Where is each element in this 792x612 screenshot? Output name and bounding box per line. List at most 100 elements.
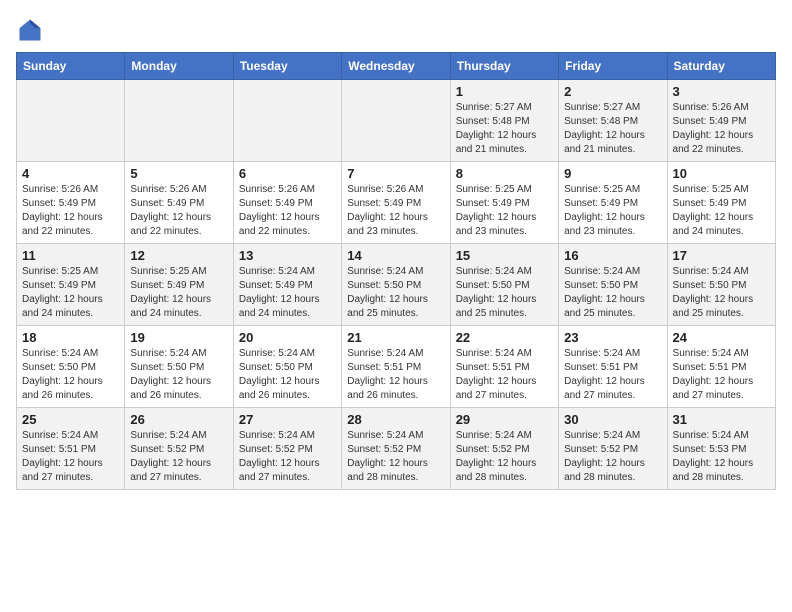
day-number: 8: [456, 166, 553, 181]
calendar-cell: 7Sunrise: 5:26 AM Sunset: 5:49 PM Daylig…: [342, 162, 450, 244]
day-number: 21: [347, 330, 444, 345]
day-info: Sunrise: 5:24 AM Sunset: 5:49 PM Dayligh…: [239, 265, 336, 321]
calendar-cell: 17 Sunrise: 5:24 AM Sunset: 5:50 PM Dayli…: [667, 244, 775, 326]
day-info: Sunrise: 5:24 AM Sunset: 5:51 PM Dayligh…: [22, 429, 119, 485]
day-number: 17: [673, 248, 770, 263]
day-info: Sunrise: 5:27 AM Sunset: 5:48 PM Dayligh…: [564, 101, 661, 157]
calendar-cell: 25 Sunrise: 5:24 AM Sunset: 5:51 PM Dayli…: [17, 408, 125, 490]
calendar-cell: 30 Sunrise: 5:24 AM Sunset: 5:52 PM Dayli…: [559, 408, 667, 490]
day-info: Sunrise: 5:26 AM Sunset: 5:49 PM Dayligh…: [673, 101, 770, 157]
calendar-cell: 19 Sunrise: 5:24 AM Sunset: 5:50 PM Dayli…: [125, 326, 233, 408]
calendar-week-row: 18 Sunrise: 5:24 AM Sunset: 5:50 PM Dayli…: [17, 326, 776, 408]
day-info: Sunrise: 5:24 AM Sunset: 5:51 PM Dayligh…: [347, 347, 444, 403]
day-info: Sunrise: 5:26 AM Sunset: 5:49 PM Dayligh…: [130, 183, 227, 239]
day-info: Sunrise: 5:25 AM Sunset: 5:49 PM Dayligh…: [22, 265, 119, 321]
weekday-header: Friday: [559, 53, 667, 80]
day-number: 31: [673, 412, 770, 427]
day-info: Sunrise: 5:24 AM Sunset: 5:51 PM Dayligh…: [673, 347, 770, 403]
day-number: 27: [239, 412, 336, 427]
day-number: 23: [564, 330, 661, 345]
day-number: 16: [564, 248, 661, 263]
day-info: Sunrise: 5:24 AM Sunset: 5:50 PM Dayligh…: [456, 265, 553, 321]
calendar-cell: 12Sunrise: 5:25 AM Sunset: 5:49 PM Dayli…: [125, 244, 233, 326]
weekday-header: Saturday: [667, 53, 775, 80]
calendar-cell: 22 Sunrise: 5:24 AM Sunset: 5:51 PM Dayli…: [450, 326, 558, 408]
day-info: Sunrise: 5:26 AM Sunset: 5:49 PM Dayligh…: [239, 183, 336, 239]
calendar-week-row: 4 Sunrise: 5:26 AM Sunset: 5:49 PM Daylig…: [17, 162, 776, 244]
day-number: 30: [564, 412, 661, 427]
calendar-week-row: 1 Sunrise: 5:27 AM Sunset: 5:48 PM Daylig…: [17, 80, 776, 162]
calendar-cell: [233, 80, 341, 162]
weekday-header: Tuesday: [233, 53, 341, 80]
calendar-cell: 15Sunrise: 5:24 AM Sunset: 5:50 PM Dayli…: [450, 244, 558, 326]
calendar-cell: 3 Sunrise: 5:26 AM Sunset: 5:49 PM Daylig…: [667, 80, 775, 162]
day-number: 22: [456, 330, 553, 345]
calendar-cell: 23 Sunrise: 5:24 AM Sunset: 5:51 PM Dayli…: [559, 326, 667, 408]
day-info: Sunrise: 5:24 AM Sunset: 5:50 PM Dayligh…: [564, 265, 661, 321]
calendar-cell: 13Sunrise: 5:24 AM Sunset: 5:49 PM Dayli…: [233, 244, 341, 326]
day-info: Sunrise: 5:24 AM Sunset: 5:50 PM Dayligh…: [130, 347, 227, 403]
day-number: 14: [347, 248, 444, 263]
logo-icon: [16, 16, 44, 44]
day-info: Sunrise: 5:24 AM Sunset: 5:51 PM Dayligh…: [564, 347, 661, 403]
day-info: Sunrise: 5:24 AM Sunset: 5:50 PM Dayligh…: [347, 265, 444, 321]
logo: [16, 16, 44, 44]
calendar-cell: [17, 80, 125, 162]
day-info: Sunrise: 5:24 AM Sunset: 5:52 PM Dayligh…: [456, 429, 553, 485]
day-number: 20: [239, 330, 336, 345]
calendar-cell: [125, 80, 233, 162]
day-info: Sunrise: 5:24 AM Sunset: 5:53 PM Dayligh…: [673, 429, 770, 485]
calendar-cell: 20 Sunrise: 5:24 AM Sunset: 5:50 PM Dayli…: [233, 326, 341, 408]
calendar-cell: 21 Sunrise: 5:24 AM Sunset: 5:51 PM Dayli…: [342, 326, 450, 408]
calendar-cell: 5Sunrise: 5:26 AM Sunset: 5:49 PM Daylig…: [125, 162, 233, 244]
calendar-week-row: 11 Sunrise: 5:25 AM Sunset: 5:49 PM Dayli…: [17, 244, 776, 326]
day-number: 7: [347, 166, 444, 181]
day-number: 6: [239, 166, 336, 181]
day-number: 10: [673, 166, 770, 181]
weekday-header: Monday: [125, 53, 233, 80]
day-number: 19: [130, 330, 227, 345]
calendar-table: SundayMondayTuesdayWednesdayThursdayFrid…: [16, 52, 776, 490]
calendar-cell: 31 Sunrise: 5:24 AM Sunset: 5:53 PM Dayli…: [667, 408, 775, 490]
day-info: Sunrise: 5:24 AM Sunset: 5:51 PM Dayligh…: [456, 347, 553, 403]
day-info: Sunrise: 5:25 AM Sunset: 5:49 PM Dayligh…: [673, 183, 770, 239]
day-info: Sunrise: 5:26 AM Sunset: 5:49 PM Dayligh…: [22, 183, 119, 239]
day-number: 24: [673, 330, 770, 345]
weekday-header: Sunday: [17, 53, 125, 80]
day-info: Sunrise: 5:25 AM Sunset: 5:49 PM Dayligh…: [564, 183, 661, 239]
day-info: Sunrise: 5:25 AM Sunset: 5:49 PM Dayligh…: [456, 183, 553, 239]
calendar-cell: [342, 80, 450, 162]
calendar-cell: 18Sunrise: 5:24 AM Sunset: 5:50 PM Dayli…: [17, 326, 125, 408]
day-number: 25: [22, 412, 119, 427]
day-number: 26: [130, 412, 227, 427]
day-number: 11: [22, 248, 119, 263]
weekday-header: Wednesday: [342, 53, 450, 80]
weekday-header: Thursday: [450, 53, 558, 80]
calendar-cell: 6 Sunrise: 5:26 AM Sunset: 5:49 PM Daylig…: [233, 162, 341, 244]
day-number: 9: [564, 166, 661, 181]
calendar-cell: 4 Sunrise: 5:26 AM Sunset: 5:49 PM Daylig…: [17, 162, 125, 244]
calendar-week-row: 25 Sunrise: 5:24 AM Sunset: 5:51 PM Dayli…: [17, 408, 776, 490]
day-number: 4: [22, 166, 119, 181]
calendar-cell: 9 Sunrise: 5:25 AM Sunset: 5:49 PM Daylig…: [559, 162, 667, 244]
day-info: Sunrise: 5:24 AM Sunset: 5:52 PM Dayligh…: [239, 429, 336, 485]
day-number: 12: [130, 248, 227, 263]
day-info: Sunrise: 5:24 AM Sunset: 5:50 PM Dayligh…: [673, 265, 770, 321]
calendar-cell: 26 Sunrise: 5:24 AM Sunset: 5:52 PM Dayli…: [125, 408, 233, 490]
day-info: Sunrise: 5:24 AM Sunset: 5:50 PM Dayligh…: [239, 347, 336, 403]
header: [16, 16, 776, 44]
day-info: Sunrise: 5:24 AM Sunset: 5:52 PM Dayligh…: [130, 429, 227, 485]
day-number: 1: [456, 84, 553, 99]
calendar-cell: 28Sunrise: 5:24 AM Sunset: 5:52 PM Dayli…: [342, 408, 450, 490]
calendar-cell: 8 Sunrise: 5:25 AM Sunset: 5:49 PM Daylig…: [450, 162, 558, 244]
calendar-header: SundayMondayTuesdayWednesdayThursdayFrid…: [17, 53, 776, 80]
calendar-body: 1 Sunrise: 5:27 AM Sunset: 5:48 PM Daylig…: [17, 80, 776, 490]
day-info: Sunrise: 5:24 AM Sunset: 5:52 PM Dayligh…: [564, 429, 661, 485]
calendar-cell: 27 Sunrise: 5:24 AM Sunset: 5:52 PM Dayli…: [233, 408, 341, 490]
calendar-cell: 11 Sunrise: 5:25 AM Sunset: 5:49 PM Dayli…: [17, 244, 125, 326]
calendar-cell: 10 Sunrise: 5:25 AM Sunset: 5:49 PM Dayli…: [667, 162, 775, 244]
day-info: Sunrise: 5:24 AM Sunset: 5:52 PM Dayligh…: [347, 429, 444, 485]
day-number: 3: [673, 84, 770, 99]
calendar-cell: 1Sunrise: 5:27 AM Sunset: 5:48 PM Daylig…: [450, 80, 558, 162]
day-number: 18: [22, 330, 119, 345]
